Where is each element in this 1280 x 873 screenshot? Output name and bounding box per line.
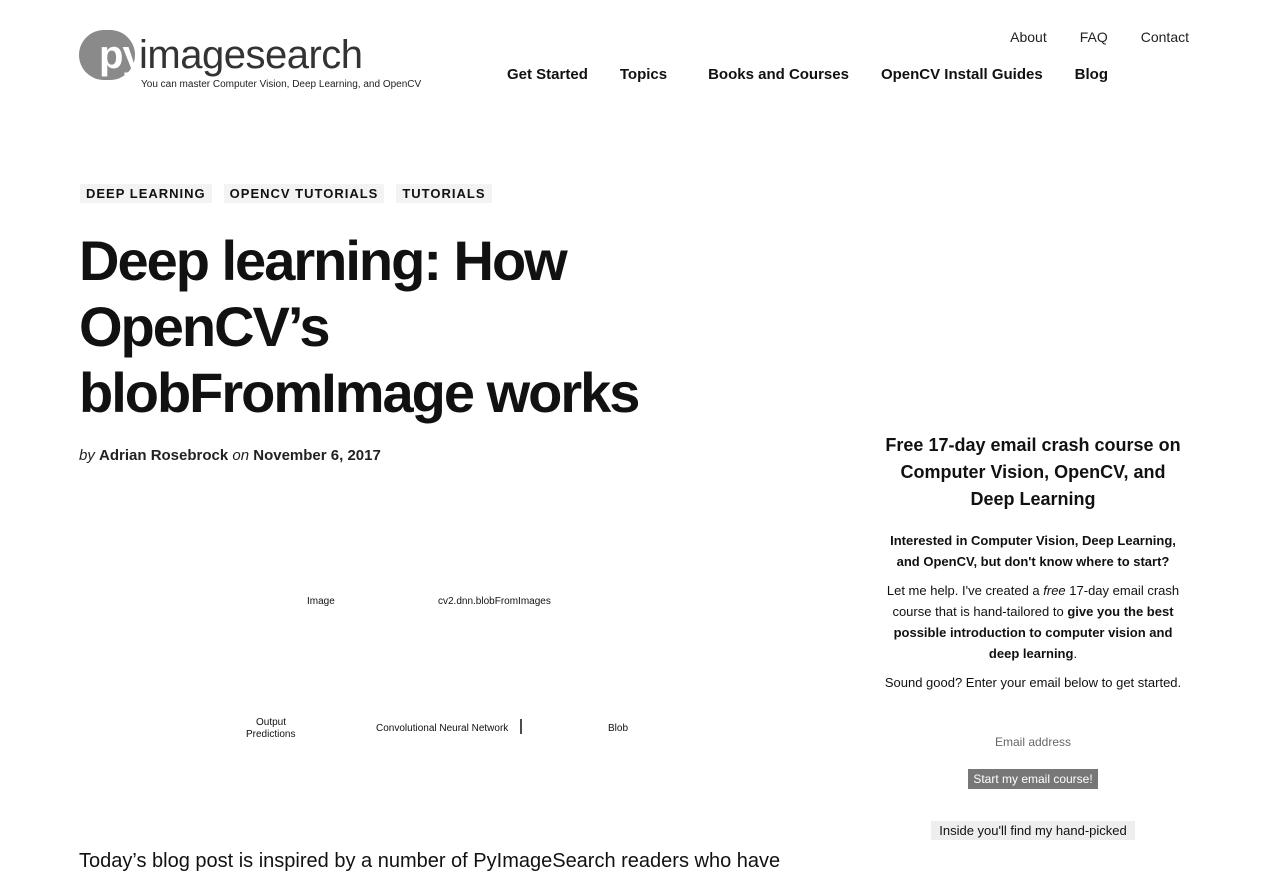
category-deep-learning[interactable]: DEEP LEARNING — [80, 184, 212, 203]
post-categories: DEEP LEARNING OPENCV TUTORIALS TUTORIALS — [80, 184, 492, 203]
author-link[interactable]: Adrian Rosebrock — [99, 447, 228, 464]
inside-label: Inside you'll find my hand-picked — [931, 821, 1135, 840]
post-date: November 6, 2017 — [253, 447, 381, 464]
logo-py: py — [99, 33, 145, 77]
sidebar-pitch: Let me help. I've created a free 17-day … — [884, 580, 1182, 664]
category-opencv-tutorials[interactable]: OPENCV TUTORIALS — [223, 184, 385, 203]
label-blob: Blob — [608, 723, 628, 734]
byline-by: by — [79, 447, 95, 464]
post-intro: Today’s blog post is inspired by a numbe… — [79, 850, 781, 872]
sidebar-cta-text: Sound good? Enter your email below to ge… — [884, 675, 1182, 690]
label-blob-from-images: cv2.dnn.blobFromImages — [438, 596, 551, 607]
pitch-end: . — [1073, 646, 1078, 661]
nav-faq-link[interactable]: FAQ — [1080, 29, 1108, 45]
blob-diagram: Image cv2.dnn.blobFromImages Output Pred… — [230, 580, 650, 750]
nav-contact-link[interactable]: Contact — [1141, 29, 1189, 45]
nav-topics[interactable]: Topics — [620, 66, 667, 83]
category-tutorials[interactable]: TUTORIALS — [396, 184, 492, 203]
top-nav: About FAQ Contact — [977, 29, 1189, 45]
label-cnn: Convolutional Neural Network — [376, 723, 509, 734]
label-output-2: Predictions — [246, 729, 295, 740]
label-image: Image — [307, 596, 335, 607]
post-title: Deep learning: How OpenCV’s blobFromImag… — [79, 229, 640, 424]
site-logo[interactable]: py imagesearch You can master Computer V… — [79, 30, 439, 94]
label-output-1: Output — [256, 717, 286, 728]
nav-books-courses[interactable]: Books and Courses — [708, 66, 849, 83]
post-byline: by Adrian Rosebrock on November 6, 2017 — [79, 447, 381, 464]
pitch-free: free — [1043, 583, 1066, 598]
pitch-text-a: Let me help. I've created a — [886, 583, 1044, 598]
nav-opencv-install[interactable]: OpenCV Install Guides — [881, 66, 1043, 83]
main-nav: Get Started Topics Books and Courses Ope… — [507, 66, 1140, 83]
email-course-sidebar: Free 17-day email crash course on Comput… — [884, 432, 1182, 840]
sidebar-heading: Free 17-day email crash course on Comput… — [885, 435, 1181, 509]
sidebar-question: Interested in Computer Vision, Deep Lear… — [890, 533, 1176, 569]
start-email-course-button[interactable]: Start my email course! — [968, 769, 1098, 789]
diagram-svg: Image cv2.dnn.blobFromImages Output Pred… — [246, 596, 628, 740]
byline-on: on — [232, 447, 250, 464]
logo-name: imagesearch — [139, 33, 363, 77]
nav-get-started[interactable]: Get Started — [507, 66, 588, 83]
nav-blog[interactable]: Blog — [1075, 66, 1108, 83]
email-field[interactable] — [911, 729, 1155, 755]
logo-tagline: You can master Computer Vision, Deep Lea… — [141, 79, 422, 90]
nav-about-link[interactable]: About — [1010, 29, 1047, 45]
